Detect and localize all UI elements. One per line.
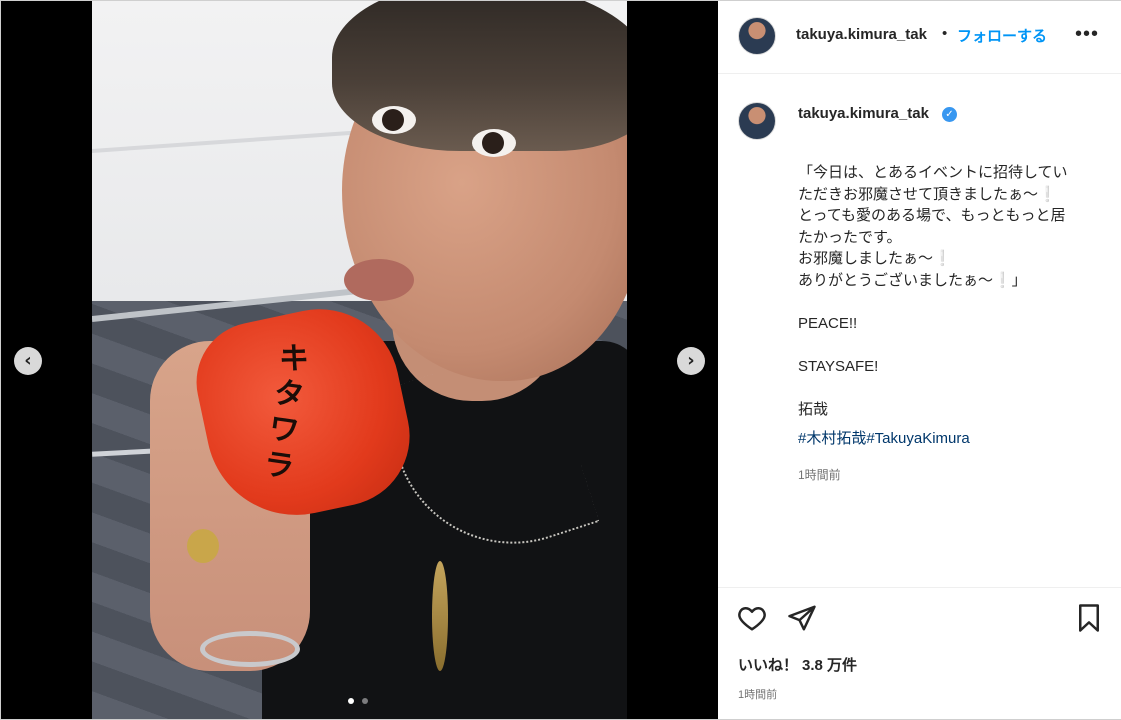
post-media: キタワラ ‹ › bbox=[1, 1, 718, 719]
caption-line: お邪魔しましたぁ〜❕ bbox=[798, 250, 952, 267]
photo-eye bbox=[472, 129, 516, 157]
carousel-indicator bbox=[348, 691, 372, 704]
likes-label: いいね！ bbox=[738, 657, 799, 674]
caption-line: 「今日は、とあるイベントに招待してい bbox=[798, 164, 1068, 181]
carousel-dot-active bbox=[348, 698, 354, 704]
caption-line: STAYSAFE! bbox=[798, 357, 879, 375]
caption-line: とっても愛のある場で、もっともっと居 bbox=[798, 207, 1066, 224]
share-paper-plane-icon[interactable] bbox=[787, 603, 817, 633]
chevron-right-icon: › bbox=[687, 350, 695, 371]
verified-badge-icon: ✓ bbox=[942, 107, 957, 122]
more-options-icon[interactable]: ••• bbox=[1075, 23, 1099, 46]
post-photo: キタワラ bbox=[92, 1, 627, 719]
caption-line: ありがとうございましたぁ〜❕」 bbox=[798, 271, 1027, 289]
post-modal: キタワラ ‹ › takuya.kimura_tak • フォローする ••• … bbox=[0, 0, 1121, 720]
post-header: takuya.kimura_tak • フォローする ••• bbox=[718, 1, 1121, 74]
photo-pendant bbox=[432, 561, 448, 671]
photo-bracelet bbox=[200, 631, 300, 667]
save-bookmark-icon[interactable] bbox=[1074, 603, 1104, 633]
photo-eye bbox=[372, 106, 416, 134]
photo-lips bbox=[344, 259, 414, 301]
author-username-link[interactable]: takuya.kimura_tak bbox=[796, 26, 927, 43]
caption-line: ただきお邪魔させて頂きましたぁ〜❕ bbox=[798, 185, 1057, 203]
caption-line bbox=[798, 334, 1108, 356]
caption-line: たかったです。 bbox=[798, 228, 902, 246]
post-sidebar: takuya.kimura_tak • フォローする ••• takuya.ki… bbox=[718, 1, 1121, 719]
caption-line: 拓哉 bbox=[798, 400, 829, 418]
caption-line bbox=[798, 377, 1108, 399]
caption-username-link[interactable]: takuya.kimura_tak bbox=[798, 105, 929, 122]
caption-section: takuya.kimura_tak ✓ 「今日は、とあるイベントに招待してい た… bbox=[718, 74, 1121, 586]
photo-ring bbox=[187, 529, 219, 563]
chevron-left-icon: ‹ bbox=[24, 350, 32, 371]
author-avatar[interactable] bbox=[738, 17, 776, 55]
post-actions: いいね！ 3.8 万件 1時間前 bbox=[718, 587, 1121, 720]
likes-count: 3.8 万件 bbox=[802, 657, 858, 674]
follow-button[interactable]: フォローする bbox=[957, 25, 1047, 46]
likes-summary[interactable]: いいね！ 3.8 万件 bbox=[738, 654, 857, 675]
caption-author-avatar[interactable] bbox=[738, 102, 776, 140]
carousel-prev-button[interactable]: ‹ bbox=[14, 347, 42, 375]
like-heart-icon[interactable] bbox=[737, 603, 767, 633]
caption-timestamp: 1時間前 bbox=[798, 468, 841, 482]
post-timestamp[interactable]: 1時間前 bbox=[738, 686, 777, 702]
header-separator: • bbox=[942, 25, 948, 42]
caption-line: PEACE!! bbox=[798, 314, 858, 332]
hashtag-link[interactable]: #TakuyaKimura bbox=[866, 430, 969, 447]
caption-line bbox=[798, 291, 1108, 313]
caption-text: 「今日は、とあるイベントに招待してい ただきお邪魔させて頂きましたぁ〜❕ とって… bbox=[798, 162, 1108, 420]
hashtag-link[interactable]: #木村拓哉 bbox=[798, 430, 866, 447]
caption-hashtags: #木村拓哉#TakuyaKimura bbox=[798, 427, 970, 448]
carousel-next-button[interactable]: › bbox=[677, 347, 705, 375]
